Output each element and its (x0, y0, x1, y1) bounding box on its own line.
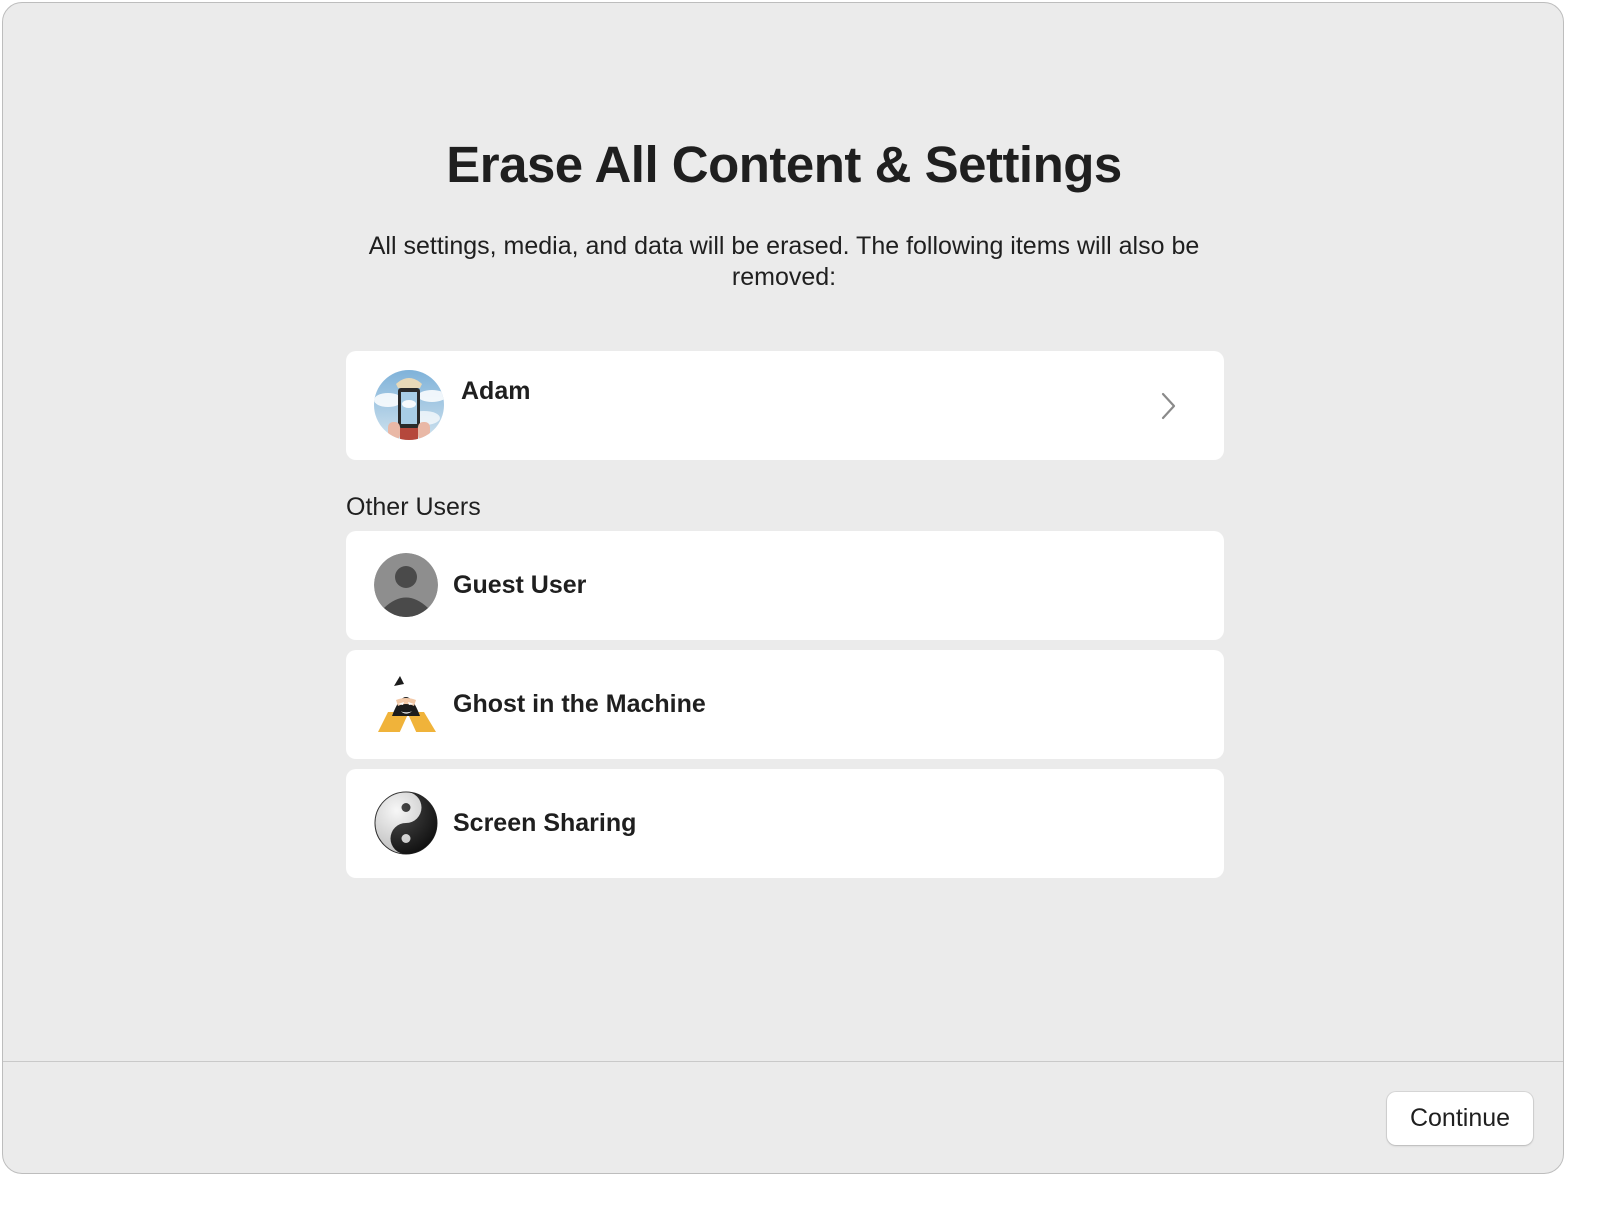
erase-dialog-window: Erase All Content & Settings All setting… (2, 2, 1564, 1174)
primary-user-card[interactable]: Adam (346, 351, 1224, 460)
footer-divider (3, 1061, 1563, 1062)
list-item-ghost-in-the-machine[interactable]: Ghost in the Machine (346, 650, 1224, 759)
photo-avatar-icon (374, 370, 444, 440)
list-item-name: Screen Sharing (453, 809, 637, 837)
page-subtitle: All settings, media, and data will be er… (368, 232, 1200, 291)
yin-yang-avatar-icon (374, 791, 438, 855)
masked-hero-avatar-icon (374, 672, 438, 736)
list-item-screen-sharing[interactable]: Screen Sharing (346, 769, 1224, 878)
continue-button[interactable]: Continue (1387, 1092, 1533, 1145)
primary-user-name: Adam (461, 377, 531, 405)
chevron-right-icon[interactable] (1158, 391, 1178, 421)
list-item-name: Guest User (453, 571, 587, 599)
list-item-name: Ghost in the Machine (453, 690, 706, 718)
page-title: Erase All Content & Settings (446, 136, 1122, 193)
generic-person-avatar-icon (374, 553, 438, 617)
other-users-section-label: Other Users (346, 493, 481, 521)
list-item-guest-user[interactable]: Guest User (346, 531, 1224, 640)
